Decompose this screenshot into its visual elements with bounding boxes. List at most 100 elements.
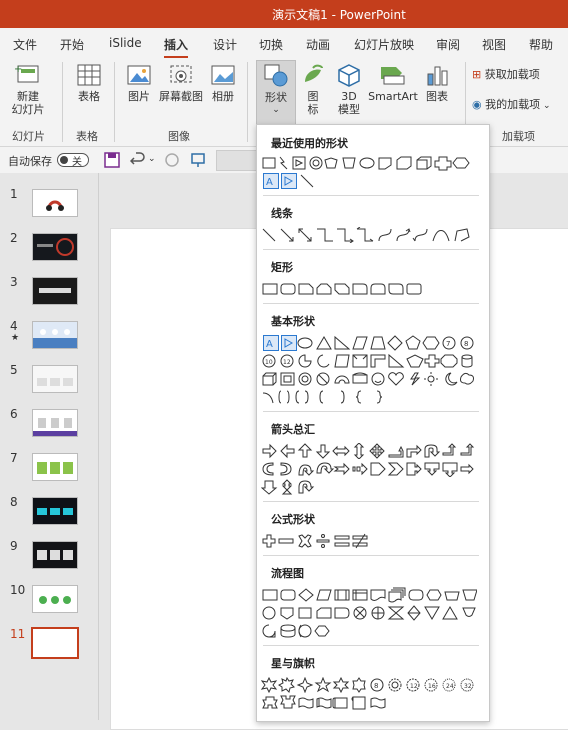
my-addins-chevron-icon: ⌄ <box>540 101 551 111</box>
slide-number: 3 <box>10 275 18 289</box>
smartart-button[interactable]: SmartArt <box>368 62 418 103</box>
tab-design[interactable]: 设计 <box>213 36 237 53</box>
slide-thumb-4[interactable]: 4 ★ <box>0 319 98 357</box>
banner-shape-icons[interactable] <box>261 695 477 711</box>
tab-animations[interactable]: 动画 <box>306 36 330 53</box>
slide-number: 6 <box>10 407 18 421</box>
slide-number: 10 <box>10 583 26 597</box>
shapes-button[interactable]: 形状 ⌄ <box>256 60 296 128</box>
recent-textbox-icons[interactable]: A <box>261 173 321 189</box>
shapes-gallery: 最近使用的形状 A 线条 矩形 基本形状 A 7 8 10 12 箭头总汇 公式… <box>256 124 490 722</box>
save-icon[interactable] <box>104 152 120 168</box>
shapes-icon <box>264 64 288 87</box>
toggle-knob <box>60 156 68 164</box>
present-icon[interactable] <box>190 152 206 168</box>
svg-text:16: 16 <box>428 683 436 690</box>
recent-shapes-icons[interactable] <box>261 155 473 171</box>
chart-label: 图表 <box>426 90 448 103</box>
section-stars-banners: 星与旗帜 <box>271 657 315 670</box>
section-lines: 线条 <box>271 207 293 220</box>
slide-thumbnail <box>32 189 78 217</box>
basic-shape-icons-1[interactable]: A 7 8 <box>261 335 477 351</box>
line-shape-icons[interactable] <box>261 227 477 243</box>
chart-button[interactable]: 图表 <box>422 62 452 103</box>
tab-view[interactable]: 视图 <box>482 36 506 53</box>
basic-shape-icons-4[interactable] <box>261 389 391 405</box>
slide-thumbnail <box>32 541 78 569</box>
equation-row <box>261 533 371 549</box>
3d-model-button[interactable]: 3D 模型 <box>334 62 364 116</box>
screenshot-button[interactable]: 屏幕截图 <box>158 62 204 103</box>
animation-star-icon: ★ <box>11 333 20 343</box>
shapes-chevron-icon: ⌄ <box>272 105 280 115</box>
tab-insert[interactable]: 插入 <box>164 36 189 59</box>
flowchart-icons-3[interactable] <box>261 623 341 639</box>
my-addins-button[interactable]: ◉ 我的加载项 ⌄ <box>472 98 568 113</box>
slide-thumb-6[interactable]: 6 <box>0 407 98 445</box>
rectangle-shape-icons[interactable] <box>261 281 431 297</box>
undo-dropdown-icon[interactable]: ⌄ <box>148 154 156 164</box>
flowchart-row-1 <box>261 587 477 603</box>
slide-number: 9 <box>10 539 18 553</box>
flowchart-row-2 <box>261 605 477 621</box>
autosave-toggle[interactable]: 关 <box>57 153 89 168</box>
image-button[interactable]: 图片 <box>124 62 154 103</box>
tab-islide[interactable]: iSlide <box>109 36 142 50</box>
recent-shapes-row-2: A <box>261 173 321 189</box>
divider <box>263 195 479 196</box>
undo-icon[interactable] <box>130 152 146 168</box>
tab-transitions[interactable]: 切换 <box>259 36 283 53</box>
tab-review[interactable]: 审阅 <box>436 36 460 53</box>
arrow-shape-icons-1[interactable] <box>261 443 477 459</box>
flowchart-icons-2[interactable] <box>261 605 477 621</box>
group-tables-label: 表格 <box>76 130 98 143</box>
tab-slideshow[interactable]: 幻灯片放映 <box>354 36 414 53</box>
slide-thumbnail <box>32 497 78 525</box>
equation-shape-icons[interactable] <box>261 533 371 549</box>
slide-thumb-3[interactable]: 3 <box>0 275 98 313</box>
basic-shape-icons-2[interactable]: 10 12 <box>261 353 477 369</box>
qat-field[interactable] <box>216 150 258 171</box>
svg-text:12: 12 <box>283 359 291 366</box>
slide-thumb-1[interactable]: 1 <box>0 187 98 225</box>
tab-help[interactable]: 帮助 <box>529 36 553 53</box>
slide-thumb-7[interactable]: 7 <box>0 451 98 489</box>
svg-text:7: 7 <box>446 340 450 348</box>
slide-thumb-9[interactable]: 9 <box>0 539 98 577</box>
slide-thumb-2[interactable]: 2 <box>0 231 98 269</box>
slide-thumb-8[interactable]: 8 <box>0 495 98 533</box>
svg-text:8: 8 <box>464 340 468 348</box>
album-button[interactable]: 相册 <box>208 62 238 103</box>
icons-button[interactable]: 图 标 <box>300 62 326 116</box>
redo-icon[interactable] <box>164 152 180 168</box>
slide-thumbnail <box>32 321 78 349</box>
arrow-shape-icons-3[interactable] <box>261 479 321 495</box>
slide-thumb-11[interactable]: 11 <box>0 627 98 665</box>
star-shape-icons-1[interactable]: 8 12 16 24 32 <box>261 677 477 693</box>
tab-file[interactable]: 文件 <box>13 36 37 53</box>
slide-thumb-5[interactable]: 5 <box>0 363 98 401</box>
smartart-icon <box>381 67 405 85</box>
section-rectangles: 矩形 <box>271 261 293 274</box>
title-bar: 演示文稿1 - PowerPoint <box>0 0 568 28</box>
slide-thumbnail <box>32 277 78 305</box>
divider <box>247 62 248 142</box>
rectangles-row <box>261 281 431 297</box>
user-addins-icon: ◉ <box>472 98 486 111</box>
slide-thumbnail <box>32 365 78 393</box>
table-button[interactable]: 表格 <box>72 62 106 103</box>
3d-model-label: 3D 模型 <box>338 90 360 116</box>
image-label: 图片 <box>128 90 150 103</box>
svg-text:+: + <box>14 64 22 75</box>
section-equation-shapes: 公式形状 <box>271 513 315 526</box>
basic-shape-icons-3[interactable] <box>261 371 477 387</box>
arrow-shape-icons-2[interactable] <box>261 461 477 477</box>
flowchart-icons-1[interactable] <box>261 587 477 603</box>
tab-home[interactable]: 开始 <box>60 36 84 53</box>
slide-thumbnail <box>32 233 78 261</box>
slide-thumb-10[interactable]: 10 <box>0 583 98 621</box>
image-icon <box>127 65 151 85</box>
get-addins-button[interactable]: ⊞ 获取加载项 <box>472 68 568 81</box>
cube-icon <box>338 64 360 87</box>
new-slide-button[interactable]: + 新建 幻灯片 <box>6 62 50 116</box>
